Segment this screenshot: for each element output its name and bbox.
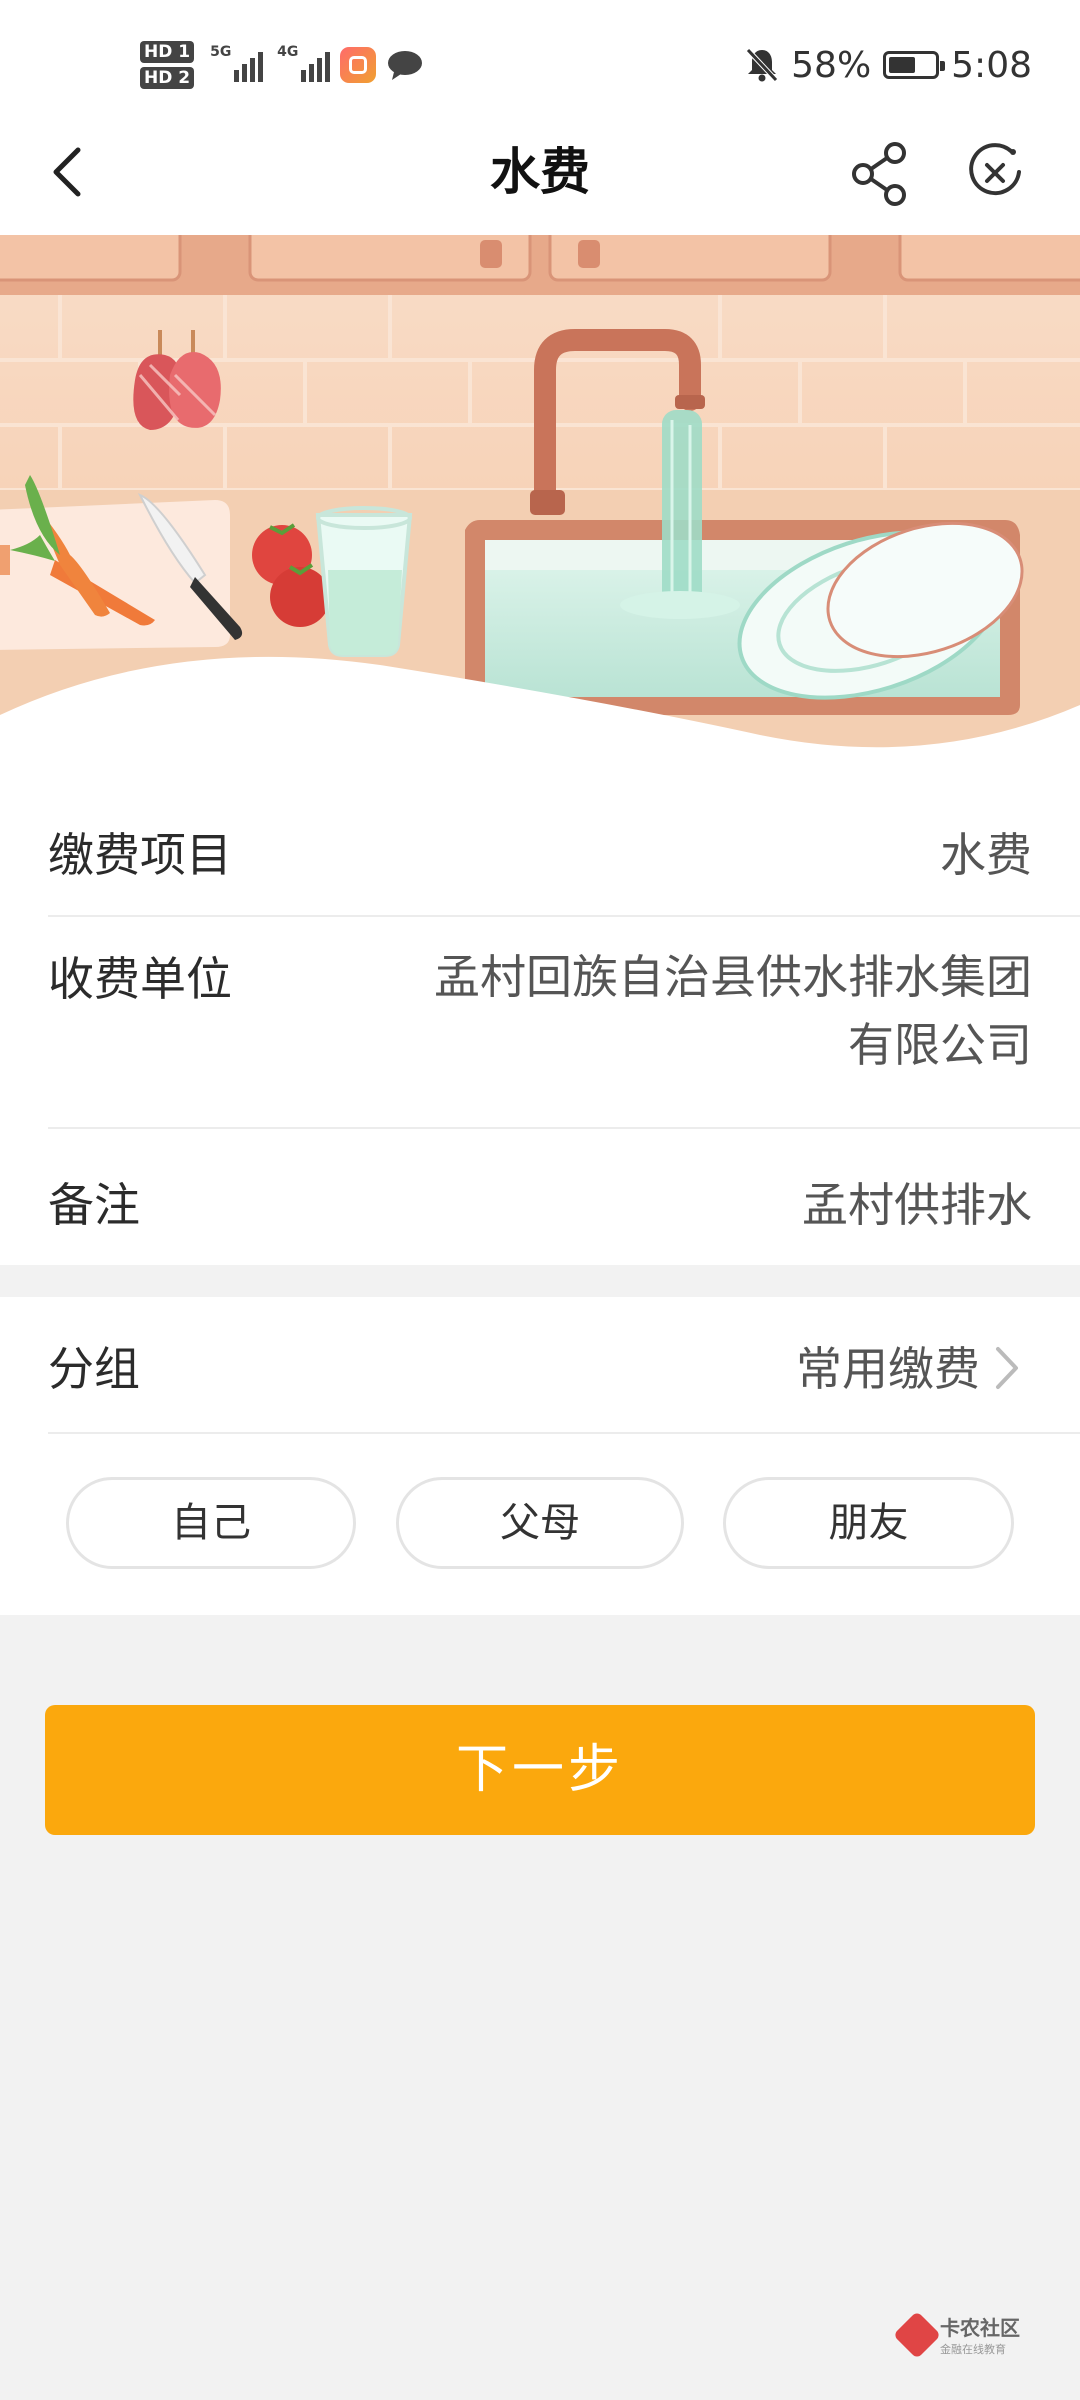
app-notification-icon — [340, 47, 377, 83]
network-5g-label: 5G — [210, 44, 232, 60]
message-icon — [388, 51, 423, 80]
payment-item-label: 缴费项目 — [48, 828, 232, 882]
watermark-subtitle: 金融在线教育 — [940, 2343, 1006, 2356]
group-selector[interactable]: 分组 常用缴费 — [48, 1297, 1080, 1434]
group-label: 分组 — [48, 1342, 140, 1396]
clock: 5:08 — [951, 44, 1032, 86]
chip-self[interactable]: 自己 — [66, 1477, 356, 1569]
top-nav-bar: 水费 — [0, 110, 1080, 235]
close-circle-icon[interactable] — [960, 138, 1030, 208]
row-billing-unit: 收费单位 孟村回族自治县供水排水集团 有限公司 — [48, 917, 1080, 1129]
kitchen-sink-illustration — [0, 235, 1080, 795]
billing-unit-line-2: 有限公司 — [848, 1018, 1032, 1072]
row-payment-item: 缴费项目 水费 — [48, 795, 1080, 917]
next-step-button[interactable]: 下一步 — [45, 1705, 1035, 1835]
hd-badge-1: HD 1 — [140, 41, 195, 63]
payment-details-card: 缴费项目 水费 收费单位 孟村回族自治县供水排水集团 有限公司 备注 孟村供排水 — [0, 795, 1080, 1265]
chip-friends[interactable]: 朋友 — [723, 1477, 1014, 1569]
share-icon[interactable] — [845, 138, 915, 208]
billing-unit-line-1: 孟村回族自治县供水排水集团 — [434, 950, 1032, 1004]
payment-item-value: 水费 — [940, 828, 1032, 882]
status-left-group: HD 1 HD 2 5G 4G — [140, 35, 424, 95]
billing-unit-value: 孟村回族自治县供水排水集团 有限公司 — [434, 943, 1032, 1079]
watermark: 卡农社区 金融在线教育 — [892, 2310, 1020, 2359]
status-right-group: 58% 5:08 — [745, 35, 1032, 95]
watermark-title: 卡农社区 — [940, 2316, 1020, 2340]
page-title: 水费 — [490, 143, 590, 201]
group-card: 分组 常用缴费 自己 父母 朋友 — [0, 1297, 1080, 1615]
battery-percent: 58% — [791, 44, 872, 86]
note-value: 孟村供排水 — [802, 1178, 1032, 1232]
chevron-right-icon — [996, 1347, 1018, 1389]
group-value: 常用缴费 — [796, 1342, 980, 1396]
signal-5g-icon: 5G — [210, 44, 264, 82]
hd-icon: HD 1 HD 2 — [140, 41, 195, 89]
battery-icon — [883, 51, 946, 79]
note-label: 备注 — [48, 1178, 140, 1232]
network-4g-label: 4G — [277, 44, 299, 60]
kanong-logo-icon — [892, 2310, 942, 2359]
mute-bell-icon — [746, 48, 778, 82]
row-note: 备注 孟村供排水 — [48, 1129, 1080, 1267]
watermark-text: 卡农社区 金融在线教育 — [940, 2312, 1020, 2357]
chip-parents[interactable]: 父母 — [396, 1477, 684, 1569]
billing-unit-label: 收费单位 — [48, 952, 232, 1006]
signal-4g-icon: 4G — [277, 44, 331, 82]
hd-badge-2: HD 2 — [140, 67, 195, 89]
